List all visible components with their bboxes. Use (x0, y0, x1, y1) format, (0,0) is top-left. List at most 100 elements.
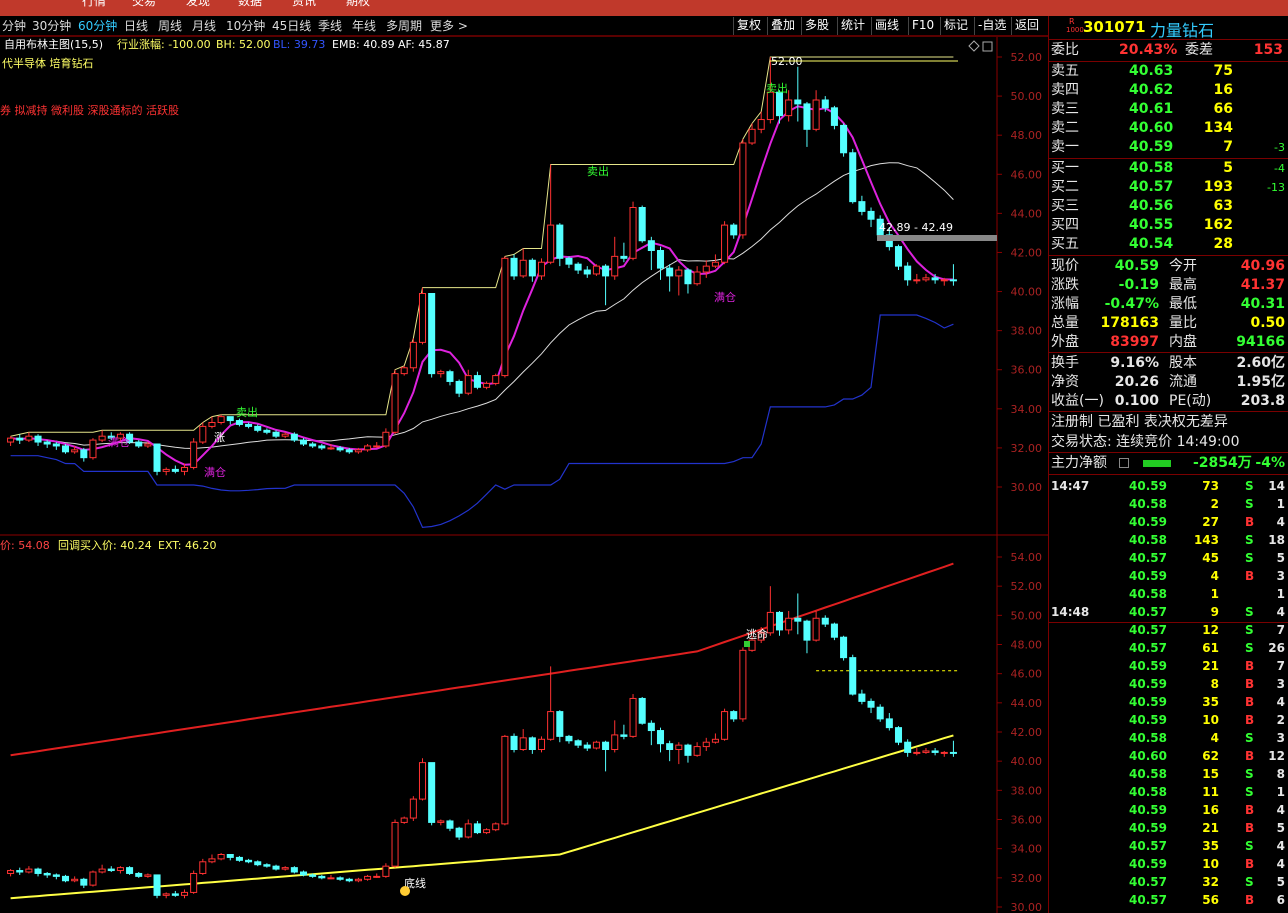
kline-chart[interactable]: 52.00 50.00 48.00 46.00 44.00 42.00 40.00 38.00… (0, 36, 1048, 913)
fundamental-label: 收益(一) (1051, 393, 1104, 409)
candle (556, 710, 564, 743)
tick-side: B (1245, 821, 1255, 835)
quote-row: 外盘 83997 内盘 94166 (1049, 333, 1288, 352)
upper-panel-annotations-label: 满仓 (108, 435, 130, 449)
lower-red-line (10, 562, 954, 757)
candle (812, 610, 820, 642)
upper-panel-industry-changelabel: 行业涨幅: -100.00 (117, 38, 211, 51)
candle (647, 236, 655, 271)
top-menu-item[interactable]: 交易 (132, 0, 156, 8)
candle (528, 736, 536, 754)
tick-volume: 143 (1193, 533, 1219, 547)
period-tab[interactable]: 30分钟 (32, 18, 71, 34)
fundamental-value: 0.100 (1114, 393, 1159, 409)
orderbook-price: 40.56 (1129, 198, 1174, 214)
period-tab[interactable]: 10分钟 (226, 18, 265, 34)
orderbook-row[interactable]: 卖五 40.63 75 (1049, 62, 1288, 81)
divider (1049, 452, 1288, 453)
tick-price: 40.58 (1129, 497, 1167, 511)
fundamental-value: 20.26 (1114, 374, 1159, 390)
y-tick-label: 50.00 (1011, 90, 1043, 103)
upper-panel-annotations-label: 42.89 - 42.49 (879, 221, 953, 234)
upper-panel-annotations-label: 涨 (214, 431, 225, 444)
candle (830, 105, 838, 130)
lower-panel-label-extlabel: EXT: 46.20 (158, 539, 217, 552)
tick-price: 40.60 (1129, 749, 1167, 763)
orderbook-row[interactable]: 买四 40.55 162 (1049, 216, 1288, 235)
list-icon[interactable] (1119, 458, 1129, 468)
candle (803, 101, 811, 147)
y-tick-label: 42.00 (1011, 726, 1043, 739)
period-tab[interactable]: 更多 > (430, 18, 468, 34)
tool-button[interactable]: 标记 (940, 17, 971, 35)
weibi-label: 委比 (1051, 42, 1079, 58)
candle (739, 647, 747, 722)
orderbook-volume: 7 (1223, 139, 1233, 155)
candle (455, 826, 463, 840)
tick-price: 40.59 (1129, 713, 1167, 727)
tool-button[interactable]: -自选 (974, 17, 1009, 35)
tool-button[interactable]: 返回 (1011, 17, 1042, 35)
upper-panel-annotations-label: 卖出 (236, 405, 258, 419)
period-tab[interactable]: 分钟 (2, 18, 26, 34)
orderbook-row[interactable]: 买二 40.57 193 -13 (1049, 178, 1288, 197)
tool-button[interactable]: 多股 (801, 17, 832, 35)
tool-button[interactable]: 画线 (871, 17, 902, 35)
tick-row: 40.57 35 S 4 (1049, 837, 1288, 855)
candle (510, 254, 518, 280)
period-tab[interactable]: 45日线 (272, 18, 311, 34)
tick-row: 14:47 40.59 73 S 14 (1049, 477, 1288, 495)
top-menu-item[interactable]: 资讯 (292, 0, 316, 8)
candle (437, 819, 445, 826)
orderbook-row[interactable]: 买一 40.58 5 -4 (1049, 159, 1288, 178)
orderbook-row[interactable]: 买三 40.56 63 (1049, 197, 1288, 216)
diamond-icon[interactable] (968, 40, 980, 52)
candle (327, 874, 335, 880)
candle (418, 758, 427, 801)
tick-row: 40.58 4 S 3 (1049, 729, 1288, 747)
orderbook-row[interactable]: 卖四 40.62 16 (1049, 81, 1288, 100)
tool-button[interactable]: F10 (908, 17, 937, 35)
y-tick-label: 52.00 (1011, 580, 1043, 593)
main-flow-row[interactable]: 主力净额 -2854万 -4% (1049, 454, 1288, 473)
period-tab[interactable]: 周线 (158, 18, 182, 34)
top-menu-item[interactable]: 发现 (186, 0, 210, 8)
candle (162, 467, 170, 476)
tool-button[interactable]: 复权 (733, 17, 764, 35)
tool-button[interactable]: 叠加 (767, 17, 798, 35)
orderbook-row[interactable]: 卖三 40.61 66 (1049, 100, 1288, 119)
period-tab[interactable]: 季线 (318, 18, 342, 34)
top-menu-item[interactable]: 期权 (346, 0, 370, 8)
orderbook-row[interactable]: 卖二 40.60 134 (1049, 119, 1288, 138)
period-tab[interactable]: 月线 (192, 18, 216, 34)
tool-button[interactable]: 统计 (837, 17, 868, 35)
candle (153, 874, 161, 899)
lower-panel-label-pricelabel: 价: 54.08 (0, 539, 50, 552)
candle (235, 855, 243, 862)
candle (254, 424, 262, 433)
period-tab[interactable]: 多周期 (386, 18, 422, 34)
orderbook-row[interactable]: 买五 40.54 28 (1049, 235, 1288, 254)
candle (199, 422, 207, 444)
orderbook-volume: 66 (1213, 101, 1233, 117)
top-menu-item[interactable]: 数据 (238, 0, 262, 8)
orderbook-row[interactable]: 卖一 40.59 7 -3 (1049, 138, 1288, 157)
period-tab[interactable]: 日线 (124, 18, 148, 34)
candle (858, 195, 866, 216)
panel-toggle-icon[interactable] (982, 41, 993, 52)
candle (574, 262, 582, 274)
tick-row: 40.57 61 S 26 (1049, 639, 1288, 657)
candle (693, 742, 701, 757)
tick-count: 3 (1276, 677, 1285, 691)
top-menu-item[interactable]: 行情 (82, 0, 106, 8)
candle (473, 820, 481, 835)
quote-value: -0.19 (1118, 277, 1159, 293)
tick-count: 3 (1276, 569, 1285, 583)
tick-row: 40.58 2 S 1 (1049, 495, 1288, 513)
price-range-bar (877, 235, 997, 241)
period-tab[interactable]: 年线 (352, 18, 376, 34)
period-tab[interactable]: 60分钟 (78, 18, 117, 34)
quote-label: 涨幅 (1051, 296, 1079, 312)
tick-price: 40.59 (1129, 803, 1167, 817)
tick-side: S (1245, 623, 1254, 637)
